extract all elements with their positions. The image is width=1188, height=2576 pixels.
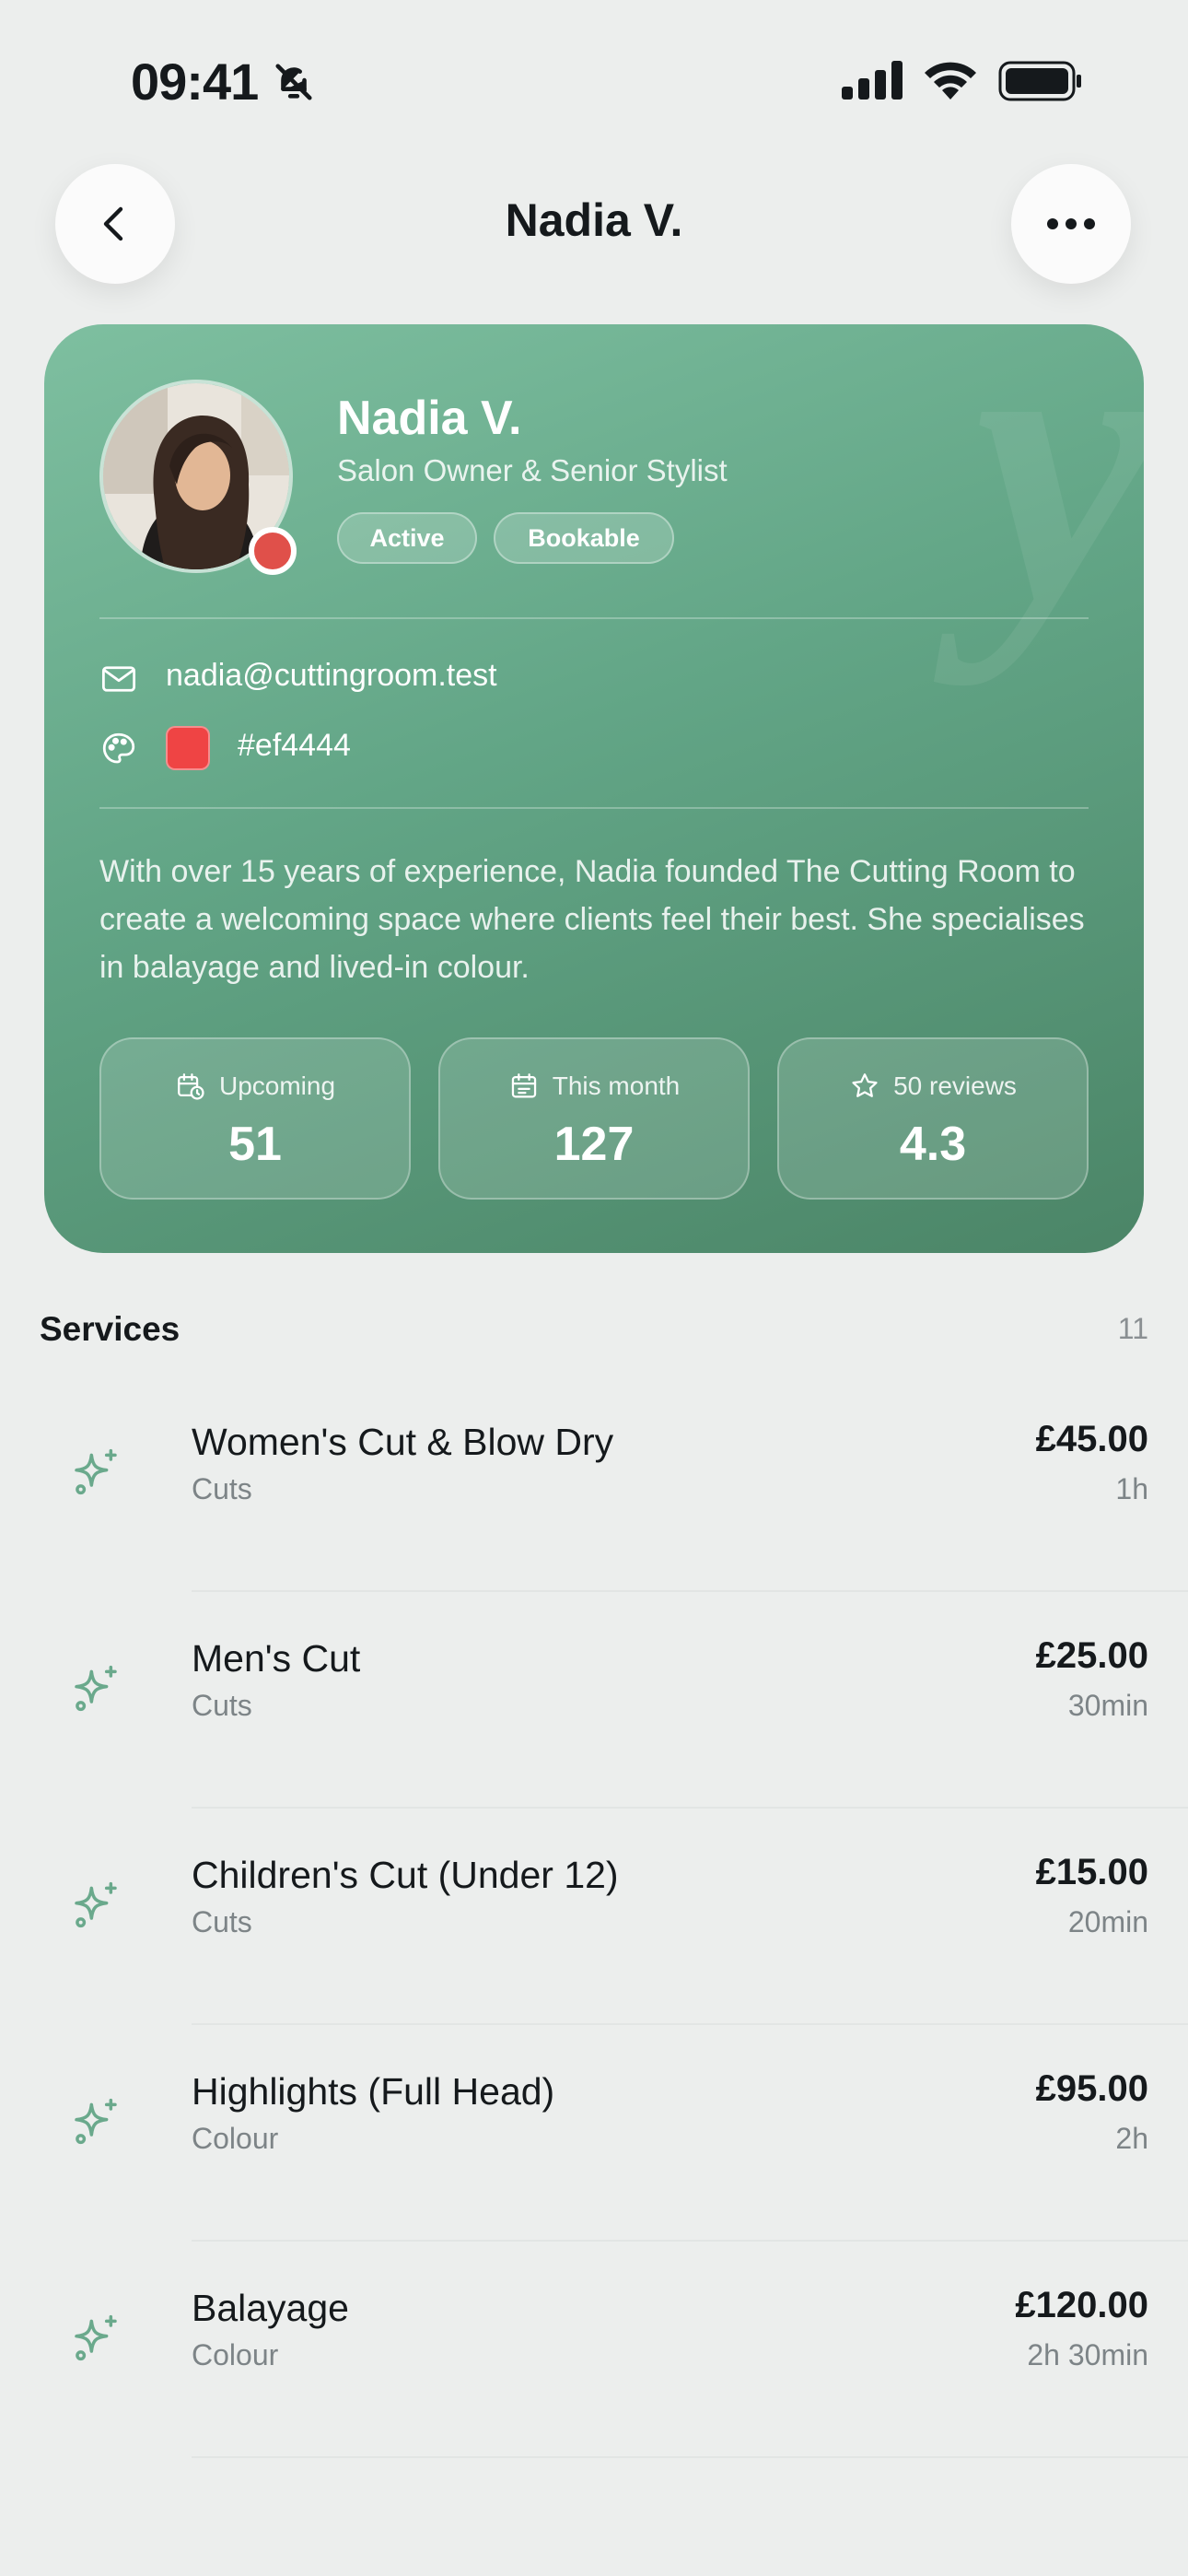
service-name: Men's Cut — [192, 1637, 361, 1680]
stat-label: 50 reviews — [893, 1071, 1017, 1100]
service-price: £25.00 — [1035, 1635, 1148, 1676]
sparkle-icon — [75, 2098, 117, 2145]
status-time: 09:41 — [131, 53, 259, 111]
profile-role: Salon Owner & Senior Stylist — [337, 453, 728, 487]
service-name: Highlights (Full Head) — [192, 2070, 555, 2113]
stat-label: Upcoming — [218, 1071, 336, 1100]
more-options-button[interactable] — [1011, 164, 1131, 284]
row-separator — [192, 2456, 1188, 2458]
service-category: Cuts — [192, 1472, 252, 1505]
service-row[interactable]: Men's Cut Cuts £25.00 30min — [0, 1591, 1188, 1809]
sparkle-icon — [75, 1665, 117, 1712]
battery-icon — [998, 61, 1081, 101]
stat-reviews[interactable]: 50 reviews 4.3 — [777, 1037, 1089, 1200]
service-price: £95.00 — [1035, 2068, 1148, 2109]
watermark-letter: y — [974, 324, 1144, 686]
service-category: Cuts — [192, 1905, 252, 1938]
stat-value: 51 — [228, 1118, 282, 1171]
service-price: £45.00 — [1035, 1419, 1148, 1459]
service-row[interactable]: Highlights (Full Head) Colour £95.00 2h — [0, 2024, 1188, 2242]
color-swatch — [166, 726, 210, 770]
stat-label: This month — [552, 1071, 681, 1100]
mail-icon — [101, 666, 136, 692]
section-title: Services — [40, 1310, 181, 1348]
stat-value: 127 — [553, 1118, 635, 1171]
service-row[interactable]: Children's Cut (Under 12) Cuts £15.00 20… — [0, 1808, 1188, 2025]
calendar-clock-icon — [178, 1073, 204, 1100]
services-count: 11 — [1117, 1312, 1148, 1345]
service-duration: 1h — [1115, 1472, 1148, 1505]
service-duration: 2h — [1115, 2122, 1148, 2155]
status-indicator-dot — [249, 527, 297, 575]
cellular-signal-icon — [842, 61, 903, 100]
color-hex-value: #ef4444 — [238, 728, 351, 763]
stat-value: 4.3 — [899, 1118, 967, 1171]
service-name: Women's Cut & Blow Dry — [192, 1421, 614, 1463]
ellipsis-icon — [1047, 218, 1095, 229]
sparkle-icon — [75, 1881, 117, 1928]
service-name: Balayage — [192, 2287, 349, 2329]
palette-icon — [102, 732, 135, 764]
profile-name: Nadia V. — [337, 392, 522, 445]
profile-card: y Nadia V. Salon Owner & Senior Stylist … — [44, 324, 1144, 1253]
service-duration: 2h 30min — [1027, 2338, 1148, 2371]
divider — [99, 617, 1089, 619]
service-duration: 20min — [1067, 1905, 1148, 1938]
sparkle-icon — [75, 2314, 117, 2361]
service-duration: 30min — [1067, 1689, 1148, 1722]
status-badge-bookable: Bookable — [494, 512, 674, 564]
service-category: Colour — [192, 2338, 279, 2371]
stat-upcoming[interactable]: Upcoming 51 — [99, 1037, 411, 1200]
sparkle-icon — [75, 1448, 117, 1495]
wifi-icon — [925, 62, 976, 100]
email-link[interactable]: nadia@cuttingroom.test — [166, 658, 497, 694]
service-price: £15.00 — [1035, 1852, 1148, 1892]
status-badge-active: Active — [337, 512, 477, 564]
stat-this-month[interactable]: This month 127 — [438, 1037, 750, 1200]
service-row[interactable]: Women's Cut & Blow Dry Cuts £45.00 1h — [0, 1375, 1188, 1592]
page-title: Nadia V. — [505, 194, 683, 246]
service-row[interactable]: Balayage Colour £120.00 2h 30min — [0, 2241, 1188, 2458]
divider — [99, 807, 1089, 809]
service-name: Children's Cut (Under 12) — [192, 1854, 619, 1896]
star-icon — [852, 1073, 878, 1097]
service-price: £120.00 — [1015, 2285, 1148, 2325]
status-bar: 09:41 — [0, 0, 1188, 157]
service-category: Cuts — [192, 1689, 252, 1722]
bell-muted-icon — [275, 64, 312, 100]
calendar-icon — [511, 1073, 536, 1098]
service-category: Colour — [192, 2122, 279, 2155]
profile-bio: With over 15 years of experience, Nadia … — [99, 854, 1085, 985]
